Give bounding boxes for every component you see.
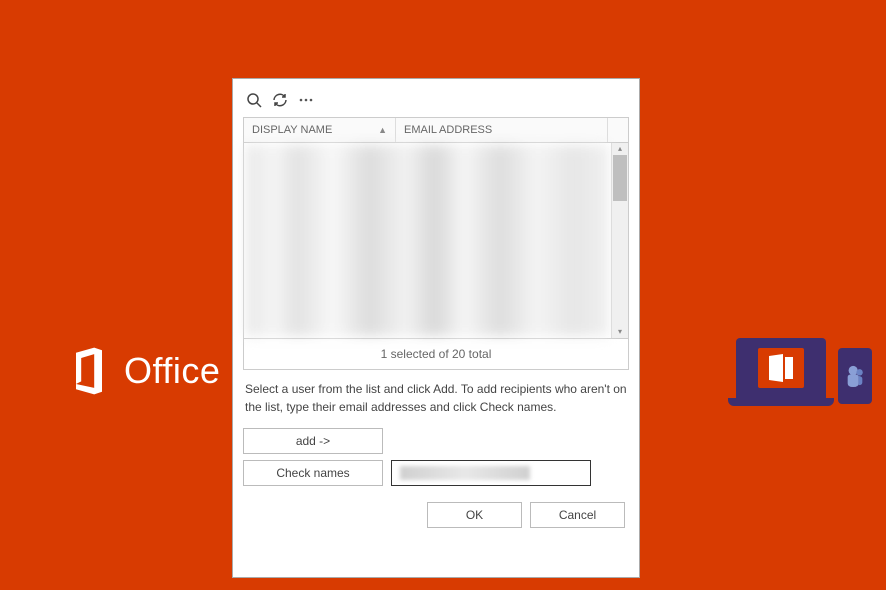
table-header: DISPLAY NAME ▲ EMAIL ADDRESS: [243, 117, 629, 143]
scroll-up-icon[interactable]: ▴: [612, 143, 628, 155]
scrollbar[interactable]: ▴ ▾: [611, 143, 628, 338]
add-button[interactable]: add ->: [243, 428, 383, 454]
powerpoint-icon: [765, 352, 797, 384]
sort-ascending-icon: ▲: [378, 125, 387, 135]
user-list-body[interactable]: [246, 145, 609, 336]
column-label: DISPLAY NAME: [252, 124, 332, 136]
ok-button[interactable]: OK: [427, 502, 522, 528]
teams-icon: [844, 363, 866, 389]
select-user-dialog: DISPLAY NAME ▲ EMAIL ADDRESS ▴ ▾ 1 selec…: [232, 78, 640, 578]
office-icon: [68, 345, 110, 397]
office-logo: Office 3: [68, 345, 251, 397]
column-header-spacer: [608, 118, 628, 142]
cancel-button[interactable]: Cancel: [530, 502, 625, 528]
search-icon[interactable]: [245, 91, 263, 109]
column-header-display-name[interactable]: DISPLAY NAME ▲: [244, 118, 396, 142]
more-options-icon[interactable]: [297, 91, 315, 109]
phone-icon: [838, 348, 872, 404]
laptop-icon: [736, 338, 826, 398]
check-names-button[interactable]: Check names: [243, 460, 383, 486]
selection-status: 1 selected of 20 total: [243, 339, 629, 370]
column-label: EMAIL ADDRESS: [404, 124, 492, 136]
email-input[interactable]: [391, 460, 591, 486]
scroll-down-icon[interactable]: ▾: [612, 326, 628, 338]
scroll-thumb[interactable]: [613, 155, 627, 201]
instructions-text: Select a user from the list and click Ad…: [243, 370, 629, 428]
dialog-toolbar: [243, 87, 629, 117]
column-header-email[interactable]: EMAIL ADDRESS: [396, 118, 608, 142]
refresh-icon[interactable]: [271, 91, 289, 109]
user-list[interactable]: ▴ ▾: [243, 143, 629, 339]
